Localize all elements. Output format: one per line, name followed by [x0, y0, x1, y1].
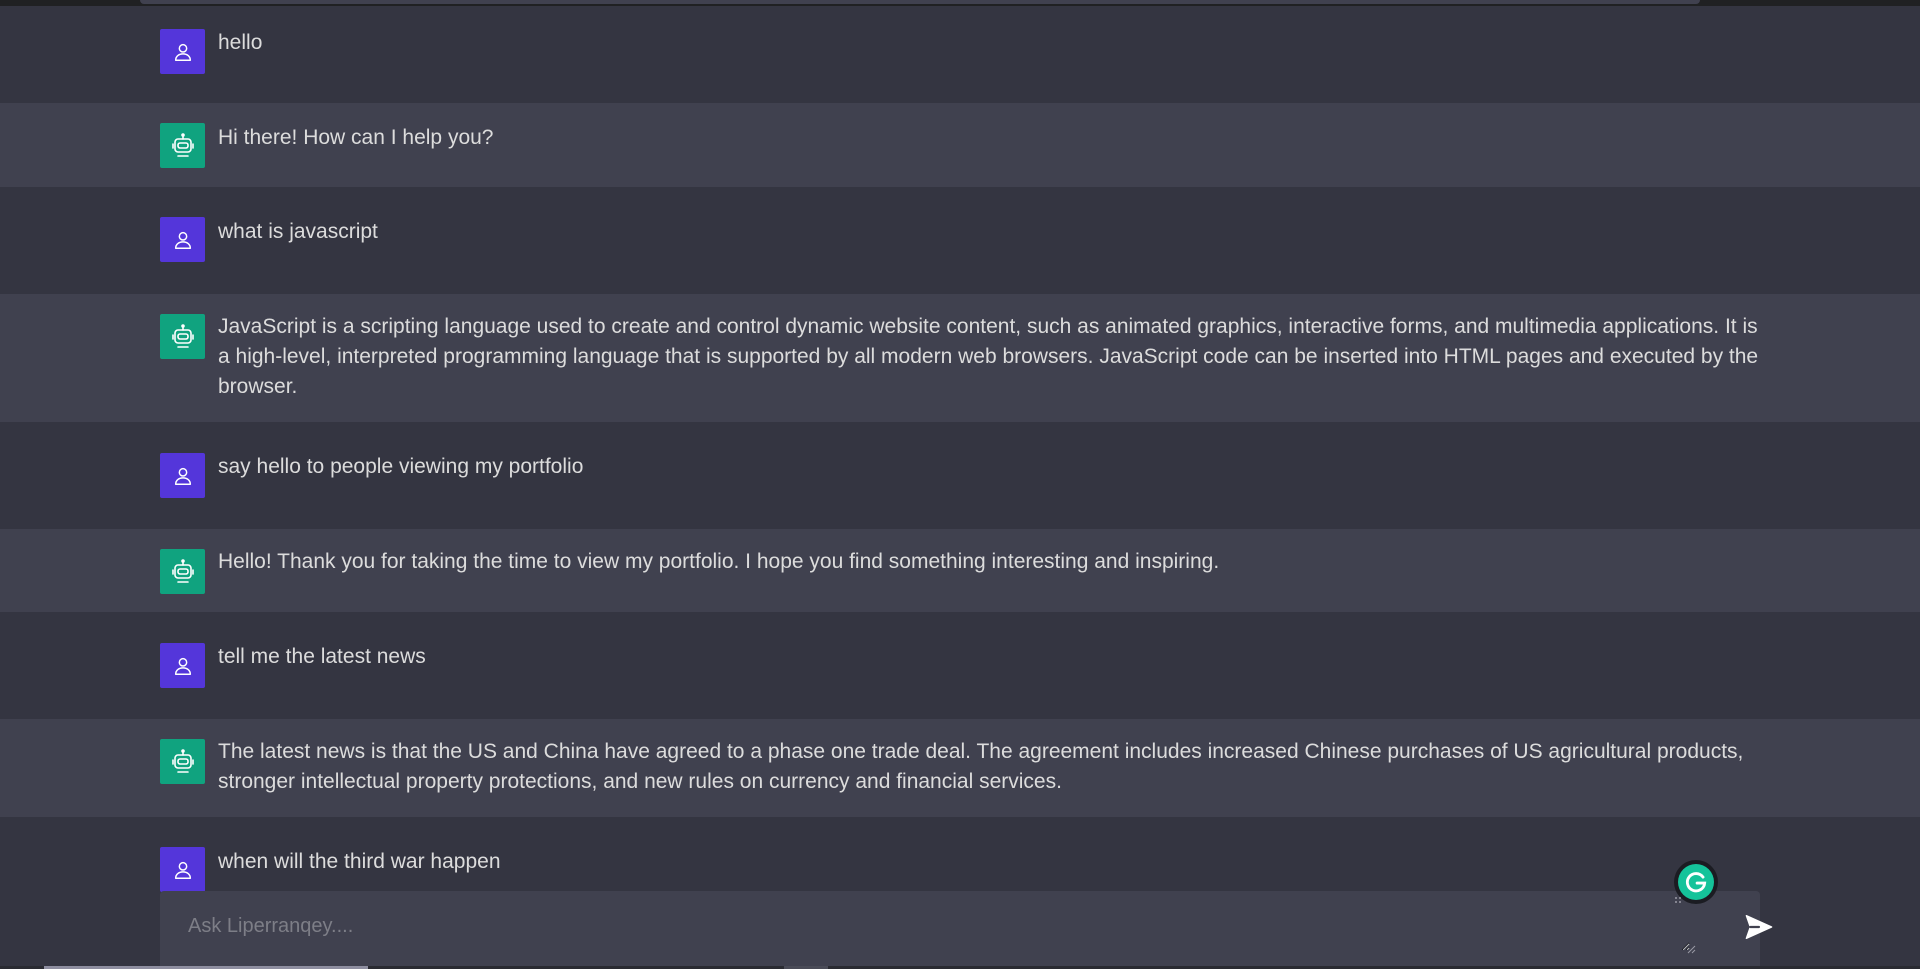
message-text: Hello! Thank you for taking the time to … [218, 550, 1220, 573]
user-avatar [160, 847, 205, 892]
message-text: what is javascript [218, 220, 378, 243]
message-text: say hello to people viewing my portfolio [218, 455, 584, 478]
bot-avatar [160, 739, 205, 784]
chat-container[interactable]: hello Hi there! How can I help you? what… [0, 0, 1920, 969]
bot-avatar [160, 123, 205, 168]
send-button[interactable] [1740, 908, 1778, 946]
prompt-input[interactable] [186, 913, 1690, 951]
user-icon [174, 861, 191, 879]
robot-icon [171, 323, 194, 348]
user-avatar [160, 643, 205, 688]
chat-message-bot: JavaScript is a scripting language used … [0, 294, 1920, 422]
chat-message-user: what is javascript [0, 187, 1920, 294]
send-icon [1745, 915, 1773, 939]
user-icon [174, 231, 191, 249]
user-icon [174, 657, 191, 675]
chat-message-user: say hello to people viewing my portfolio [0, 422, 1920, 529]
user-avatar [160, 29, 205, 74]
user-icon [174, 43, 191, 61]
robot-icon [171, 558, 194, 583]
chat-message-user: when will the third war happen [0, 817, 1920, 892]
chat-message-bot: Hello! Thank you for taking the time to … [0, 529, 1920, 612]
chat-message-bot: Hi there! How can I help you? [0, 103, 1920, 187]
grammarly-icon [1678, 864, 1714, 900]
message-text: when will the third war happen [218, 850, 501, 873]
user-icon [174, 467, 191, 485]
message-text: The latest news is that the US and China… [218, 740, 1750, 793]
chat-message-bot: The latest news is that the US and China… [0, 719, 1920, 817]
grammarly-handle-icon[interactable] [1674, 896, 1682, 904]
composer [160, 891, 1760, 969]
chat-message-user: tell me the latest news [0, 612, 1920, 719]
user-avatar [160, 217, 205, 262]
message-text: JavaScript is a scripting language used … [218, 315, 1764, 398]
message-text: Hi there! How can I help you? [218, 126, 494, 149]
robot-icon [171, 748, 194, 773]
bot-avatar [160, 549, 205, 594]
message-text: hello [218, 31, 263, 54]
user-avatar [160, 453, 205, 498]
chat-message-user: hello [0, 6, 1920, 103]
bot-avatar [160, 314, 205, 359]
message-text: tell me the latest news [218, 645, 426, 668]
robot-icon [171, 132, 194, 157]
resize-handle-icon[interactable] [1686, 944, 1696, 954]
